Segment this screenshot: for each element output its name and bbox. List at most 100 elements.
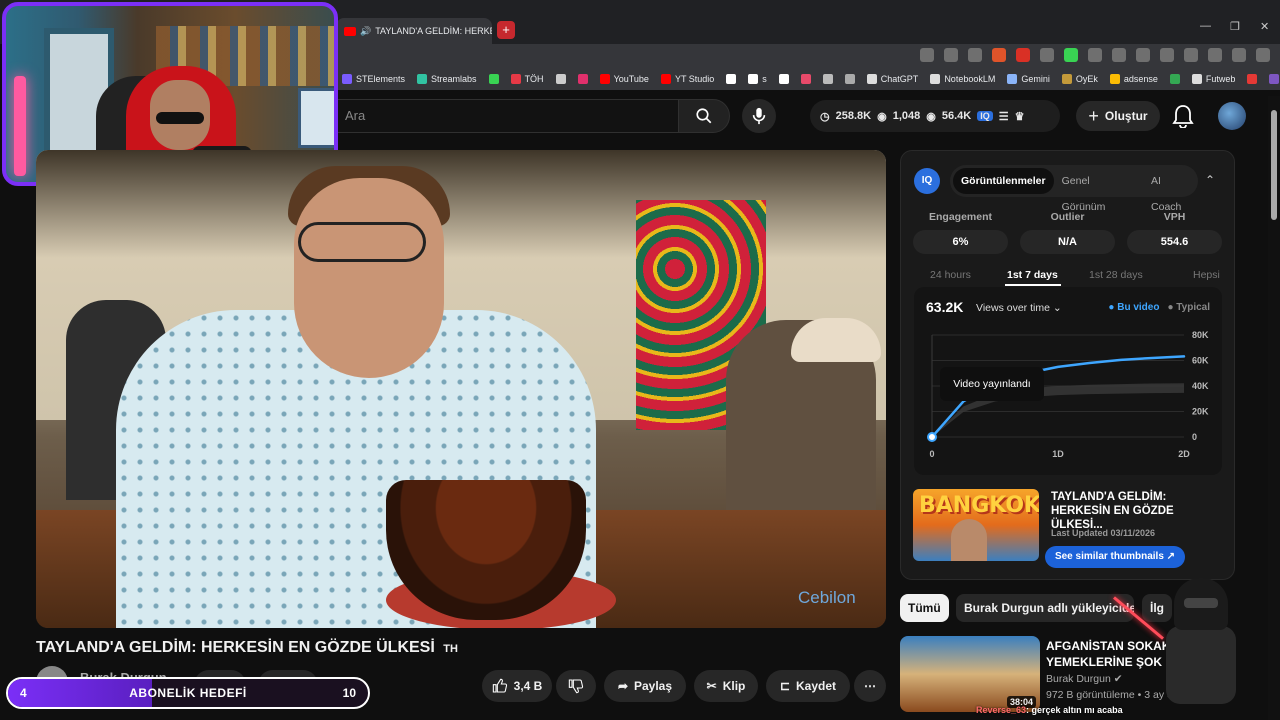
- bookmark-item[interactable]: [844, 74, 855, 84]
- share-button[interactable]: ➦ Paylaş: [604, 670, 686, 702]
- video-player[interactable]: Cebilon: [36, 150, 886, 628]
- bookmark-item[interactable]: [778, 74, 789, 84]
- bookmark-item[interactable]: [488, 74, 499, 84]
- bookmark-item[interactable]: [726, 74, 737, 84]
- extension-icon[interactable]: [968, 48, 982, 62]
- new-tab-button[interactable]: +: [497, 21, 515, 39]
- create-button[interactable]: + Oluştur: [1076, 101, 1160, 131]
- save-button[interactable]: ⊏ Kaydet: [766, 670, 850, 702]
- bookmark-favicon-icon: [1061, 74, 1072, 84]
- browser-tab[interactable]: 🔊 TAYLAND'A GELDİM: HERKESİN ×: [336, 18, 492, 44]
- extension-icon[interactable]: [944, 48, 958, 62]
- dislike-button[interactable]: [556, 670, 596, 702]
- bookmark-item[interactable]: [822, 74, 833, 84]
- scrollbar-thumb[interactable]: [1271, 110, 1277, 220]
- like-button[interactable]: 3,4 B: [482, 670, 552, 702]
- period-24h[interactable]: 24 hours: [930, 269, 971, 281]
- tab-ai-coach[interactable]: AI Coach: [1143, 168, 1198, 213]
- list-icon[interactable]: ☰: [999, 110, 1009, 123]
- collapse-chevron-icon[interactable]: ⌃: [1205, 173, 1215, 187]
- x-tick-label: 1D: [1052, 449, 1064, 459]
- bookmark-item[interactable]: [1247, 74, 1258, 84]
- share-icon: ➦: [617, 679, 628, 693]
- bookmark-item[interactable]: ChatGPT: [866, 74, 918, 84]
- related-video-thumbnail[interactable]: 38:04: [900, 636, 1040, 712]
- search-button[interactable]: [678, 99, 730, 133]
- close-window-icon[interactable]: ✕: [1260, 20, 1269, 33]
- similar-title: TAYLAND'A GELDİM: HERKESİN EN GÖZDE ÜLKE…: [1051, 491, 1174, 531]
- tab-overview[interactable]: Genel Görünüm: [1054, 168, 1137, 213]
- legend-label: Bu video: [1117, 302, 1160, 313]
- address-bar[interactable]: [336, 44, 1280, 68]
- extension-icon[interactable]: [1136, 48, 1150, 62]
- extension-icon[interactable]: [1112, 48, 1126, 62]
- bookmark-item[interactable]: [800, 74, 811, 84]
- extension-icon[interactable]: [1040, 48, 1054, 62]
- video-title-text: TAYLAND'A GELDİM: HERKESİN EN GÖZDE ÜLKE…: [36, 639, 435, 656]
- similar-thumbnail[interactable]: BANGKOK: [913, 489, 1039, 561]
- minimize-icon[interactable]: —: [1200, 20, 1211, 32]
- clip-button[interactable]: ✂ Klip: [694, 670, 758, 702]
- video-scene-cap: [791, 318, 881, 362]
- iq-logo-icon: IQ: [914, 168, 940, 194]
- bookmark-item[interactable]: adsense: [1109, 74, 1158, 84]
- x-tick-label: 2D: [1178, 449, 1190, 459]
- extension-icon[interactable]: [1232, 48, 1246, 62]
- iq-icon[interactable]: IQ: [977, 111, 993, 121]
- bookmark-item[interactable]: NotebookLM: [930, 74, 995, 84]
- period-28d[interactable]: 1st 28 days: [1089, 269, 1143, 281]
- extension-icon[interactable]: [1160, 48, 1174, 62]
- chevron-down-icon: ⌄: [1052, 302, 1062, 314]
- filter-chip-uploader[interactable]: Burak Durgun adlı yükleyiciden: [956, 594, 1134, 622]
- video-title-suffix: TH: [443, 643, 458, 655]
- bookmark-favicon-icon: [1247, 74, 1258, 84]
- bookmark-item[interactable]: TÖH: [510, 74, 544, 84]
- bookmark-label: YouTube: [613, 74, 649, 84]
- period-all[interactable]: Hepsi: [1193, 269, 1220, 281]
- menu-icon[interactable]: [1256, 48, 1270, 62]
- thumbnail-title-word: BANGKOK: [919, 493, 1039, 518]
- bookmark-item[interactable]: Gemini: [1007, 74, 1050, 84]
- maximize-icon[interactable]: ❐: [1230, 20, 1240, 33]
- bookmark-favicon-icon: [510, 74, 521, 84]
- tab-views[interactable]: Görüntülenmeler: [953, 168, 1054, 194]
- extension-icon[interactable]: [1016, 48, 1030, 62]
- bookmark-item[interactable]: OyEk: [1061, 74, 1098, 84]
- bookmark-item[interactable]: [1269, 74, 1280, 84]
- extension-icon[interactable]: [1064, 48, 1078, 62]
- like-count: 3,4 B: [513, 679, 543, 693]
- bookmark-favicon-icon: [417, 74, 428, 84]
- extension-icon[interactable]: [1208, 48, 1222, 62]
- bookmark-item[interactable]: [555, 74, 566, 84]
- period-7d[interactable]: 1st 7 days: [1007, 269, 1058, 281]
- y-tick-label: 0: [1192, 432, 1197, 442]
- bookmark-label: Futweb: [1205, 74, 1236, 84]
- trophy-icon[interactable]: ♛: [1015, 110, 1025, 123]
- search-input[interactable]: Ara: [336, 99, 678, 133]
- chart-tooltip: Video yayınlandı: [940, 367, 1044, 401]
- voice-search-button[interactable]: [742, 99, 776, 133]
- page-scrollbar[interactable]: [1268, 96, 1280, 720]
- bookmark-item[interactable]: YouTube: [599, 74, 649, 84]
- extension-icon[interactable]: [992, 48, 1006, 62]
- see-similar-thumbnails-button[interactable]: See similar thumbnails ↗: [1045, 546, 1185, 568]
- bookmark-item[interactable]: STElements: [342, 74, 405, 84]
- extension-icon[interactable]: [1088, 48, 1102, 62]
- bookmark-item[interactable]: s: [748, 74, 767, 84]
- extension-icon[interactable]: [1184, 48, 1198, 62]
- bookmark-item[interactable]: Futweb: [1191, 74, 1236, 84]
- legend-label: Typical: [1176, 302, 1210, 313]
- related-video-channel: Burak Durgun ✔: [1046, 673, 1123, 685]
- bookmark-label: NotebookLM: [944, 74, 996, 84]
- bookmark-item[interactable]: [1169, 74, 1180, 84]
- notifications-button[interactable]: [1172, 104, 1194, 133]
- filter-chip-all[interactable]: Tümü: [900, 594, 949, 622]
- bookmark-item[interactable]: [577, 74, 588, 84]
- more-actions-button[interactable]: ⋯: [854, 670, 886, 702]
- bookmark-item[interactable]: YT Studio: [660, 74, 714, 84]
- user-avatar[interactable]: [1218, 102, 1246, 130]
- legend-item-this-video: ● Bu video: [1108, 302, 1160, 313]
- metric-selector[interactable]: Views over time ⌄: [976, 302, 1062, 314]
- bookmark-item[interactable]: Streamlabs: [417, 74, 477, 84]
- extension-icon[interactable]: [920, 48, 934, 62]
